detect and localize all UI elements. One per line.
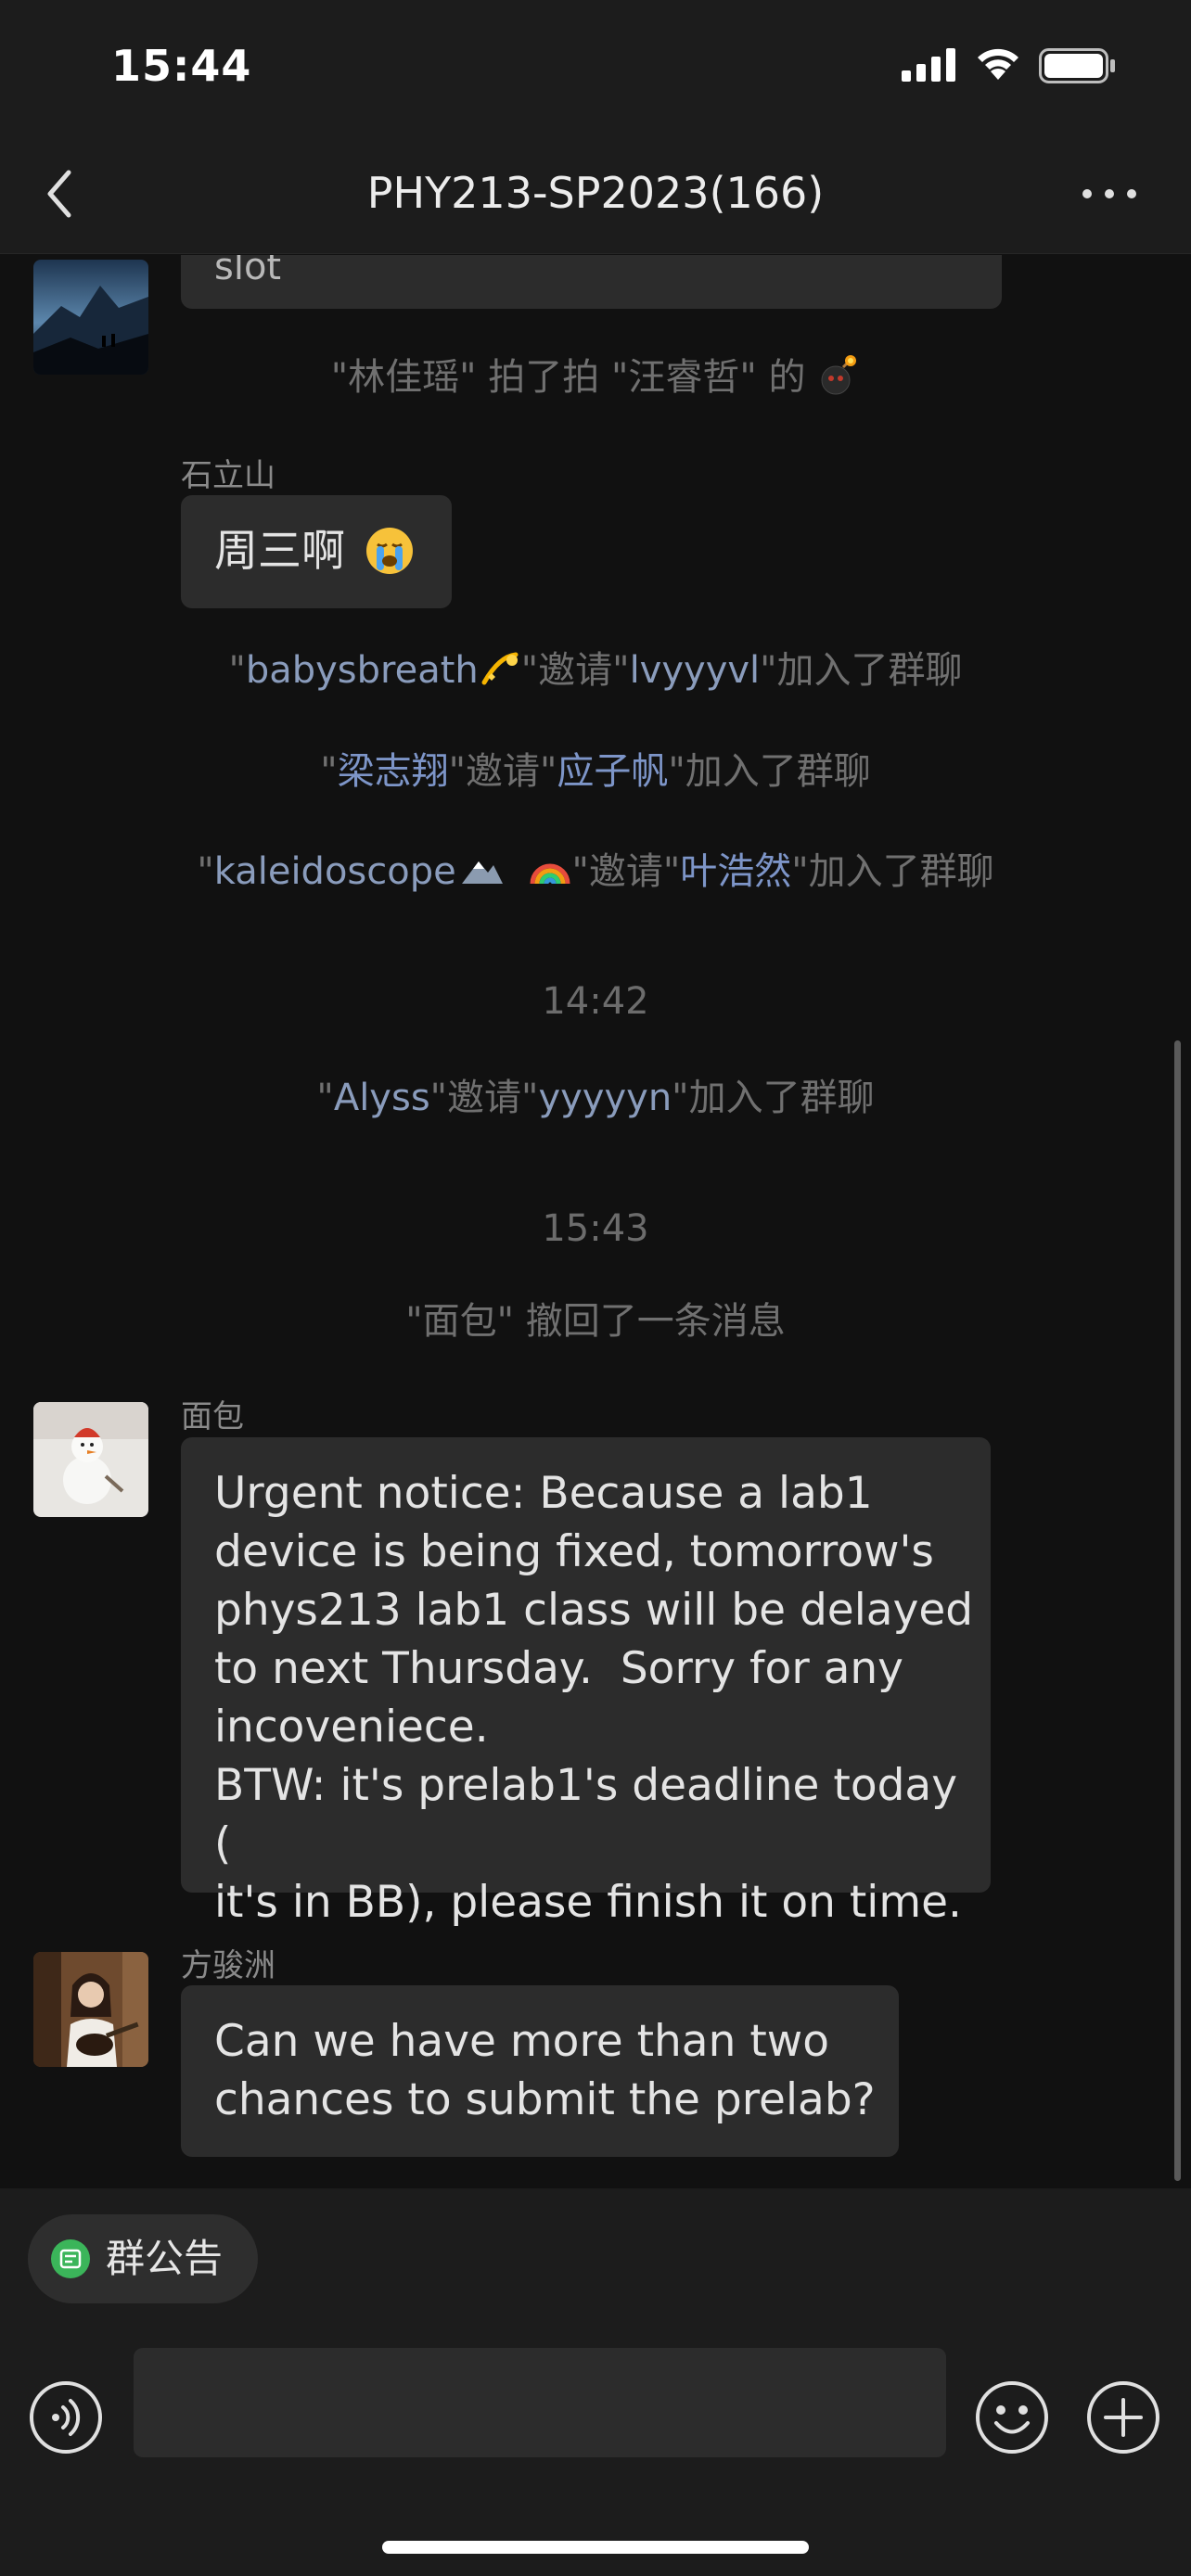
invite-text: "邀请"	[429, 1077, 539, 1119]
snowman-photo-avatar	[33, 1402, 148, 1517]
guitar-photo-avatar	[33, 1952, 148, 2067]
time-stamp: 14:42	[542, 980, 649, 1023]
scrollbar[interactable]	[1174, 1040, 1181, 2181]
mountain-emoji	[461, 861, 503, 884]
invite-suffix: "加入了群聊	[791, 850, 994, 893]
invitee-name[interactable]: lvyyyvl	[630, 649, 761, 692]
quote: "	[316, 1077, 334, 1119]
invite-notice: "Alyss"邀请"yyyyyn"加入了群聊	[0, 1072, 1191, 1124]
home-indicator	[382, 2541, 809, 2554]
time-stamp: 15:43	[542, 1207, 649, 1250]
invitee-name[interactable]: 叶浩然	[680, 850, 791, 893]
rainbow-emoji	[530, 863, 570, 885]
inviter-name[interactable]: babysbreath	[246, 649, 479, 692]
dizzy-emoji	[481, 652, 519, 685]
wifi-icon	[978, 48, 1018, 80]
quote: "	[228, 649, 246, 692]
invite-suffix: "加入了群聊	[760, 649, 963, 692]
voice-icon[interactable]	[28, 2379, 104, 2455]
sender-name: 石立山	[181, 457, 275, 494]
pat-notice: "林佳瑶" 拍了拍 "汪睿哲" 的	[0, 351, 1191, 403]
message-input[interactable]	[134, 2348, 946, 2457]
invitee-name[interactable]: 应子帆	[557, 750, 668, 793]
bomb-emoji	[821, 355, 857, 395]
sender-name: 方骏洲	[181, 1947, 275, 1984]
battery-icon	[1039, 48, 1115, 83]
partial-message-bubble[interactable]: slot	[181, 255, 1002, 309]
inviter-name[interactable]: kaleidoscope	[214, 850, 456, 893]
emoji-icon[interactable]	[974, 2379, 1050, 2455]
more-icon[interactable]	[1080, 180, 1139, 208]
invite-notice: "梁志翔"邀请"应子帆"加入了群聊	[0, 746, 1191, 797]
message-text: 周三啊	[214, 526, 345, 577]
crying-emoji	[366, 528, 413, 574]
quote: "	[197, 850, 214, 893]
status-time: 15:44	[111, 41, 252, 91]
invite-text: "邀请"	[520, 649, 630, 692]
nav-bar: PHY213-SP2023(166)	[0, 139, 1191, 254]
partial-message-text: slot	[214, 255, 282, 288]
recall-notice: "面包" 撤回了一条消息	[405, 1300, 786, 1343]
bottom-input-area: 群公告	[0, 2188, 1191, 2576]
announcement-button[interactable]: 群公告	[28, 2214, 258, 2303]
invite-text: "邀请"	[448, 750, 557, 793]
avatar-mianbao[interactable]	[33, 1402, 148, 1517]
inviter-name[interactable]: Alyss	[334, 1077, 430, 1119]
invite-text: "邀请"	[571, 850, 681, 893]
invite-suffix: "加入了群聊	[668, 750, 871, 793]
plus-icon[interactable]	[1085, 2379, 1161, 2455]
invite-notice: "babysbreath "邀请"lvyyyvl"加入了群聊	[0, 644, 1191, 696]
message-text: Urgent notice: Because a lab1 device is …	[214, 1468, 974, 1928]
signal-icon	[902, 48, 955, 82]
invite-notice: "kaleidoscope "邀请"叶浩然"加入了群聊	[0, 846, 1191, 898]
back-icon[interactable]	[41, 165, 78, 223]
chat-title: PHY213-SP2023(166)	[366, 168, 825, 218]
chat-area[interactable]: slot "林佳瑶" 拍了拍 "汪睿哲" 的 石立山 周三啊 "babysbre…	[0, 255, 1191, 2188]
mountain-photo-avatar	[33, 260, 148, 375]
inviter-name[interactable]: 梁志翔	[338, 750, 449, 793]
avatar-shilishan[interactable]	[33, 260, 148, 375]
quote: "	[320, 750, 338, 793]
message-bubble[interactable]: Urgent notice: Because a lab1 device is …	[181, 1437, 991, 1928]
sender-name: 面包	[181, 1398, 244, 1435]
pat-notice-text: "林佳瑶" 拍了拍 "汪睿哲" 的	[330, 356, 806, 399]
message-bubble[interactable]: 周三啊	[181, 495, 452, 608]
announcement-label: 群公告	[106, 2236, 224, 2281]
invitee-name[interactable]: yyyyyn	[538, 1077, 672, 1119]
message-text: Can we have more than two chances to sub…	[214, 2016, 876, 2125]
announcement-icon	[51, 2239, 90, 2278]
invite-suffix: "加入了群聊	[672, 1077, 875, 1119]
status-bar: 15:44	[0, 0, 1191, 139]
avatar-fangjunzhou[interactable]	[33, 1952, 148, 2067]
message-bubble[interactable]: Can we have more than two chances to sub…	[181, 1985, 899, 2157]
